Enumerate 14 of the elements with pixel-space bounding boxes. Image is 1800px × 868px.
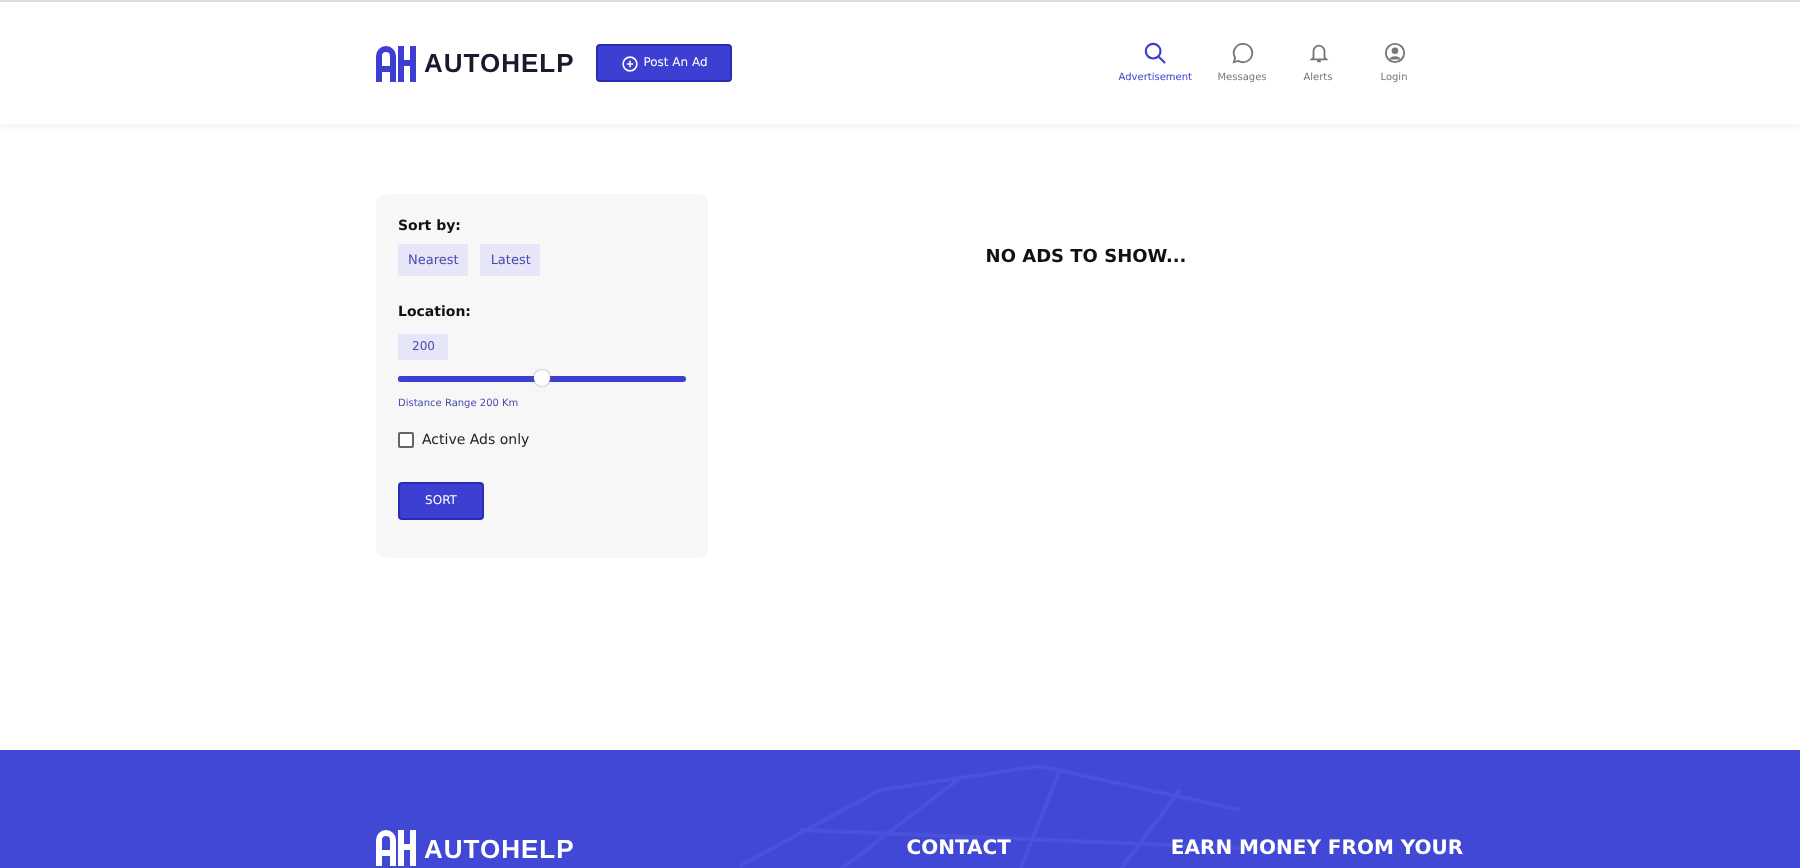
bell-icon xyxy=(1307,42,1329,64)
logo-icon xyxy=(376,830,416,866)
user-icon xyxy=(1383,42,1405,64)
search-icon xyxy=(1144,42,1167,64)
plus-circle-icon xyxy=(621,55,638,71)
chat-bubble-icon xyxy=(1231,42,1253,64)
logo-text: AUTOHELP xyxy=(424,48,575,78)
distance-slider[interactable] xyxy=(398,376,686,382)
footer-logo-text: AUTOHELP xyxy=(424,833,575,863)
empty-message: NO ADS TO SHOW... xyxy=(985,248,1187,272)
logo-icon xyxy=(376,45,416,81)
footer-heading: CONTACT xyxy=(906,838,1011,860)
checkbox[interactable] xyxy=(398,432,414,448)
footer-heading: EARN MONEY FROM YOUR xyxy=(1170,838,1464,860)
